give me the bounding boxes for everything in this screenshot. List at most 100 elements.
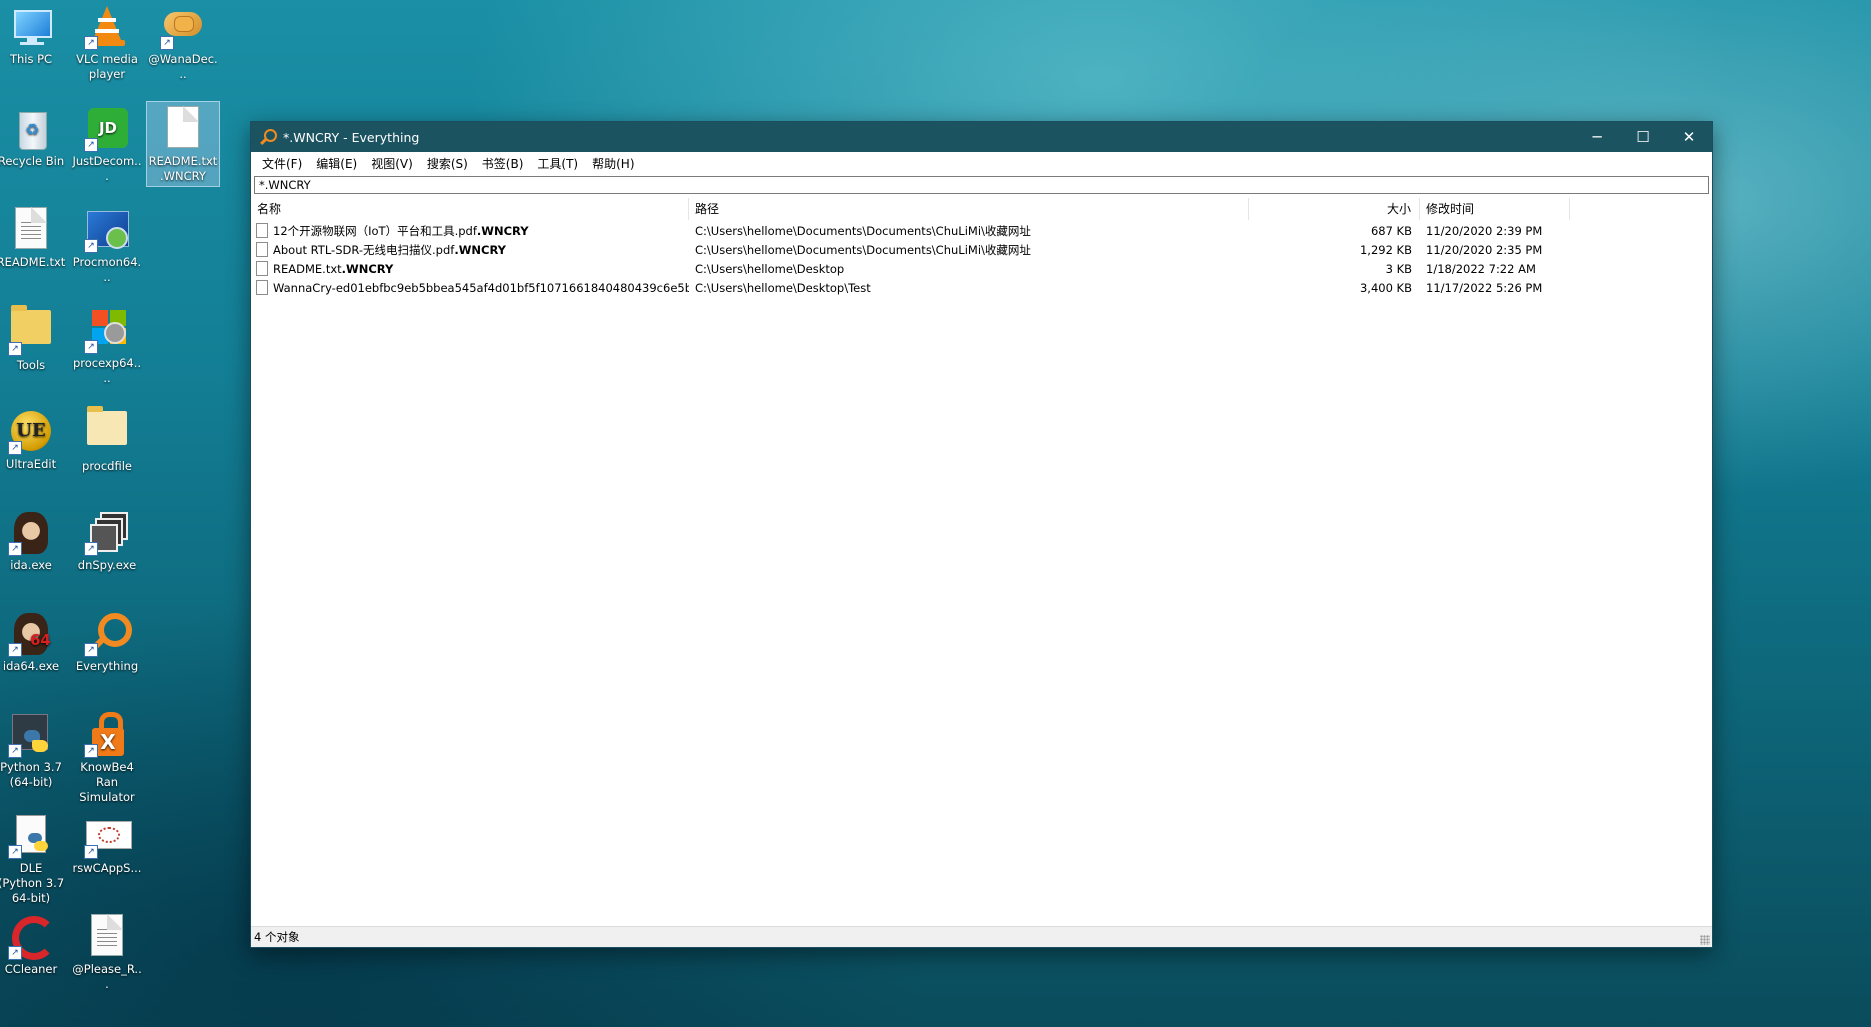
table-row[interactable]: README.txt .WNCRY C:\Users\hellome\Deskto… xyxy=(251,259,1712,278)
desktop-icon-ccleaner[interactable]: ↗ CCleaner xyxy=(0,910,67,979)
column-header-name[interactable]: 名称 xyxy=(251,198,689,220)
file-name-cell: 12个开源物联网（IoT）平台和工具.pdf .WNCRY xyxy=(251,223,689,239)
file-size-cell: 3 KB xyxy=(1385,261,1412,276)
shortcut-arrow-icon: ↗ xyxy=(160,36,174,50)
object-count-status: 4 个对象 xyxy=(254,930,300,944)
close-button[interactable]: ✕ xyxy=(1666,122,1712,152)
idle-icon: ↗ xyxy=(8,813,54,859)
folder-icon xyxy=(84,406,130,457)
column-header-date-modified[interactable]: 修改时间 xyxy=(1420,198,1570,220)
file-icon xyxy=(256,261,268,276)
desktop-icon-label: Tools xyxy=(16,358,46,372)
dnspy-icon: ↗ xyxy=(84,510,130,556)
desktop-icon-label: UltraEdit xyxy=(5,457,57,471)
resize-grip-icon[interactable] xyxy=(1700,935,1710,945)
python-icon: ↗ xyxy=(8,712,54,758)
ultraedit-icon: UE ↗ xyxy=(8,409,54,455)
desktop-icon-label: @Please_R... xyxy=(72,962,142,991)
menu-bookmarks[interactable]: 书签(B) xyxy=(475,153,531,174)
desktop-icon-label: ida.exe xyxy=(10,558,52,572)
desktop-icon-wanadecryptor[interactable]: ↗ @WanaDec... xyxy=(147,0,219,84)
file-date-cell: 11/20/2020 2:35 PM xyxy=(1426,242,1543,257)
maximize-button[interactable]: ☐ xyxy=(1620,122,1666,152)
file-path-cell: C:\Users\hellome\Desktop xyxy=(695,261,845,276)
vlc-cone-icon: ↗ xyxy=(84,4,130,50)
menu-file[interactable]: 文件(F) xyxy=(255,153,309,174)
file-size-cell: 687 KB xyxy=(1370,223,1412,238)
file-icon xyxy=(256,280,268,295)
jd-icon: JD ↗ xyxy=(84,106,130,152)
shortcut-arrow-icon: ↗ xyxy=(84,542,98,556)
shortcut-arrow-icon: ↗ xyxy=(84,340,98,354)
desktop-icon-label: JustDecom... xyxy=(72,154,142,183)
desktop-icon-label: procexp64.... xyxy=(72,356,142,385)
desktop-icon-knowbe4[interactable]: X ↗ KnowBe4 Ran Simulator xyxy=(71,708,143,807)
window-title: *.WNCRY - Everything xyxy=(283,129,420,145)
column-header-row: 名称 路径 大小 修改时间 xyxy=(251,198,1712,221)
search-input[interactable] xyxy=(254,176,1709,194)
desktop-icon-ida[interactable]: ↗ ida.exe xyxy=(0,506,67,575)
title-bar[interactable]: *.WNCRY - Everything ─ ☐ ✕ xyxy=(251,122,1712,152)
search-bar xyxy=(251,174,1712,196)
file-size-cell: 1,292 KB xyxy=(1359,242,1412,257)
desktop-icon-rswcapps[interactable]: ↗ rswCAppS... xyxy=(71,809,143,878)
file-name-cell: About RTL-SDR-无线电扫描仪.pdf .WNCRY xyxy=(251,242,689,258)
desktop-icon-dnspy[interactable]: ↗ dnSpy.exe xyxy=(71,506,143,575)
desktop-icon-tools[interactable]: ↗ Tools xyxy=(0,304,67,375)
desktop-icon-ida64[interactable]: 64 ↗ ida64.exe xyxy=(0,607,67,676)
desktop-icon-label: This PC xyxy=(9,52,53,66)
desktop-icon-procdfile[interactable]: procdfile xyxy=(71,405,143,476)
file-name-match: .WNCRY xyxy=(454,242,506,257)
desktop-icon-label: ida64.exe xyxy=(2,659,60,673)
rsw-icon: ↗ xyxy=(84,813,132,859)
desktop-icon-this-pc[interactable]: This PC xyxy=(0,0,67,69)
shortcut-arrow-icon: ↗ xyxy=(8,643,22,657)
desktop-icon-label: Everything xyxy=(75,659,139,673)
shortcut-arrow-icon: ↗ xyxy=(84,643,98,657)
desktop-icon-vlc[interactable]: ↗ VLC media player xyxy=(71,0,143,84)
table-row[interactable]: About RTL-SDR-无线电扫描仪.pdf .WNCRY C:\Users\… xyxy=(251,240,1712,259)
column-header-size[interactable]: 大小 xyxy=(1249,198,1420,220)
desktop-icon-label: procdfile xyxy=(82,459,132,473)
column-header-path[interactable]: 路径 xyxy=(689,198,1249,220)
ida-icon: ↗ xyxy=(8,510,54,556)
everything-icon: ↗ xyxy=(84,611,132,657)
minimize-button[interactable]: ─ xyxy=(1574,122,1620,152)
menu-edit[interactable]: 编辑(E) xyxy=(309,153,364,174)
handshake-icon: ↗ xyxy=(160,4,206,50)
desktop-icon-recycle-bin[interactable]: ♻ Recycle Bin xyxy=(0,102,67,171)
menu-tools[interactable]: 工具(T) xyxy=(530,153,585,174)
desktop-icon-label: Python 3.7 (64-bit) xyxy=(0,760,62,789)
desktop-icon-python[interactable]: ↗ Python 3.7 (64-bit) xyxy=(0,708,67,792)
desktop-icon-everything[interactable]: ↗ Everything xyxy=(71,607,143,676)
text-file-icon xyxy=(8,207,54,253)
shortcut-arrow-icon: ↗ xyxy=(8,542,22,556)
shortcut-arrow-icon: ↗ xyxy=(84,239,98,253)
ida64-icon: 64 ↗ xyxy=(8,611,54,657)
menu-help[interactable]: 帮助(H) xyxy=(585,153,641,174)
desktop-icon-idle[interactable]: ↗ DLE (Python 3.7 64-bit) xyxy=(0,809,67,908)
table-row[interactable]: WannaCry-ed01ebfbc9eb5bbea545af4d01bf5f1… xyxy=(251,278,1712,297)
desktop-icon-justdecompile[interactable]: JD ↗ JustDecom... xyxy=(71,102,143,186)
file-name-match: .WNCRY xyxy=(341,261,394,276)
desktop-icon-procexp[interactable]: ↗ procexp64.... xyxy=(71,304,143,388)
desktop-icon-label: README.txt xyxy=(0,255,66,269)
knowbe4-icon: X ↗ xyxy=(84,712,130,758)
file-path-cell: C:\Users\hellome\Documents\Documents\Chu… xyxy=(695,242,1031,257)
menu-view[interactable]: 视图(V) xyxy=(364,153,420,174)
shortcut-arrow-icon: ↗ xyxy=(8,845,22,859)
procexp-icon: ↗ xyxy=(84,308,130,354)
desktop-icon-readme-txt[interactable]: README.txt xyxy=(0,203,67,272)
desktop-icon-readme-wncry[interactable]: README.txt.WNCRY xyxy=(146,101,220,187)
menu-search[interactable]: 搜索(S) xyxy=(420,153,475,174)
desktop-icon-procmon[interactable]: ↗ Procmon64... xyxy=(71,203,143,287)
desktop-icon-please-read[interactable]: @Please_R... xyxy=(71,910,143,994)
shortcut-arrow-icon: ↗ xyxy=(84,744,98,758)
desktop-icon-label: CCleaner xyxy=(4,962,58,976)
shortcut-arrow-icon: ↗ xyxy=(8,744,22,758)
results-list[interactable]: 名称 路径 大小 修改时间 12个开源物联网（IoT）平台和工具.pdf .WNC… xyxy=(251,198,1712,927)
text-file-icon xyxy=(84,914,130,960)
table-row[interactable]: 12个开源物联网（IoT）平台和工具.pdf .WNCRY C:\Users\he… xyxy=(251,221,1712,240)
desktop-icon-label: KnowBe4 Ran Simulator xyxy=(79,760,135,804)
desktop-icon-ultraedit[interactable]: UE ↗ UltraEdit xyxy=(0,405,67,474)
